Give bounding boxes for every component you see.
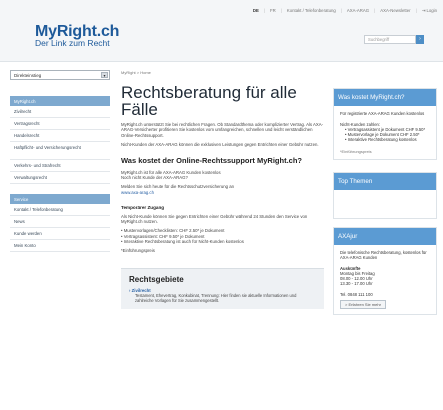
footnote: *Einführungspreis — [121, 248, 155, 254]
top-themes-body — [334, 190, 436, 218]
sidebar-item-vertragsrecht[interactable]: Vertragsrecht — [10, 118, 110, 130]
search-input[interactable]: Suchbegriff — [364, 35, 416, 44]
divider: | — [374, 8, 376, 13]
sidebar-item-kunde-werden[interactable]: Kunde werden — [10, 228, 110, 240]
signup-text: Melden Sie sich heute für die Rechtsschu… — [121, 184, 324, 195]
zivilrecht-description: Testament, Ehevertrag, Konkubinat, Trenn… — [135, 292, 297, 303]
search-icon: › — [419, 36, 421, 42]
contact-link[interactable]: Kontakt / Telefonberatung — [287, 8, 336, 14]
sidebar-item-kontakt[interactable]: Kontakt / Telefonberatung — [10, 204, 110, 216]
lang-de-link[interactable]: DE — [253, 8, 259, 14]
top-themes-heading[interactable]: Top Themen — [334, 173, 436, 190]
logo-main-text: MyRight.ch — [35, 23, 120, 40]
newsletter-link[interactable]: AXA-Newsletter — [380, 8, 410, 14]
axajur-body: Die telefonische Rechtsberatung, kostenl… — [334, 245, 436, 314]
pricing-box: Was kostet MyRight.ch? Für registrierte … — [333, 88, 437, 160]
lang-fr-link[interactable]: FR — [270, 8, 276, 14]
list-item: • Interaktive Rechtsberatung ist auch fü… — [121, 239, 244, 245]
temp-access-heading: Temporärer Zugang — [121, 204, 165, 210]
sidebar-item-handelsrecht[interactable]: Handelsrecht — [10, 130, 110, 142]
login-link[interactable]: ⇥ Login — [422, 8, 437, 14]
top-themes-box: Top Themen — [333, 172, 437, 219]
axajur-description: Die telefonische Rechtsberatung, kostenl… — [340, 250, 427, 260]
left-sidebar: Direkteinstieg ▾ MyRight.ch Zivilrecht V… — [10, 70, 110, 252]
learn-more-button[interactable]: > Erfahren Sie mehr — [340, 300, 386, 309]
pricing-box-body: Für registrierte AXA-ARAG Kunden kostenl… — [334, 106, 436, 159]
direct-entry-select[interactable]: Direkteinstieg ▾ — [10, 70, 110, 80]
list-item: • Interaktive Rechtsberatung kostenlos — [345, 137, 417, 142]
intro-text-2: Nicht-Kunden der AXA-ARAG können die exk… — [121, 141, 319, 147]
chevron-down-icon: ▾ — [101, 72, 108, 78]
nav-group-myright: MyRight.ch Zivilrecht Vertragsrecht Hand… — [10, 96, 110, 184]
right-sidebar: Was kostet MyRight.ch? Für registrierte … — [333, 88, 437, 315]
logo-tagline: Der Link zum Recht — [35, 38, 110, 48]
sidebar-item-haftpflicht[interactable]: Haftpflicht- und Versicherungsrecht — [10, 142, 110, 160]
login-label: Login — [426, 8, 437, 13]
cost-text: MyRight.ch ist für alle AXA-ARAG Kunden … — [121, 170, 324, 181]
axajur-box: AXAjur Die telefonische Rechtsberatung, … — [333, 227, 437, 315]
divider: | — [263, 8, 265, 13]
logo[interactable]: MyRight.ch Der Link zum Recht — [35, 24, 119, 48]
nav-group-heading: MyRight.ch — [10, 96, 110, 106]
temp-access-text: Als Nicht-Kunde können Sie gegen Entrich… — [121, 213, 308, 225]
divider: | — [415, 8, 417, 13]
rechtsgebiete-box: Rechtsgebiete › Zivilrecht Testament, Eh… — [121, 267, 324, 309]
axa-arag-link[interactable]: AXA-ARAG — [347, 8, 369, 14]
nav-group-heading: Service — [10, 194, 110, 204]
cost-line-2: Noch nicht Kunde der AXA-ARAG? — [121, 174, 188, 180]
sidebar-item-verwaltungsrecht[interactable]: Verwaltungsrecht — [10, 172, 110, 184]
main-content: MyRight > Home Rechtsberatung für alle F… — [121, 70, 324, 309]
price-list: • Mustervorlagen/Checklisten: CHF 2.50* … — [121, 228, 324, 244]
pricing-footnote: *Einführungspreis — [340, 149, 372, 154]
breadcrumb: MyRight > Home — [121, 70, 151, 75]
sidebar-item-news[interactable]: News — [10, 216, 110, 228]
search-button[interactable]: › — [416, 35, 424, 44]
top-navigation: DE | FR | Kontakt / Telefonberatung | AX… — [253, 8, 437, 14]
cost-heading: Was kostet der Online-Rechtssupport MyRi… — [121, 156, 302, 166]
pricing-line-1: Für registrierte AXA-ARAG Kunden kostenl… — [340, 111, 425, 116]
select-value: Direkteinstieg — [14, 73, 42, 78]
page-title: Rechtsberatung für alle Fälle — [121, 83, 297, 119]
sidebar-item-verkehrsrecht[interactable]: Verkehrs- und Strafrecht — [10, 160, 110, 172]
phone-number: Tel. 0848 111 100 — [340, 292, 373, 297]
pricing-list: • Vertragsassistent je Dokument CHF 9.50… — [345, 127, 430, 142]
axajur-heading: AXAjur — [334, 228, 436, 245]
box-title: Rechtsgebiete — [129, 274, 184, 284]
intro-text: MyRight.ch unterstützt Sie bei rechtlich… — [121, 122, 324, 138]
page: MyRight.ch Der Link zum Recht DE | FR | … — [0, 0, 443, 410]
pricing-box-heading: Was kostet MyRight.ch? — [334, 89, 436, 106]
divider: | — [340, 8, 342, 13]
header: MyRight.ch Der Link zum Recht DE | FR | … — [0, 0, 443, 62]
nav-group-service: Service Kontakt / Telefonberatung News K… — [10, 194, 110, 252]
sidebar-item-mein-konto[interactable]: Mein Konto — [10, 240, 110, 252]
sidebar-item-zivilrecht[interactable]: Zivilrecht — [10, 106, 110, 118]
divider: | — [280, 8, 282, 13]
hours-line: 13.30 - 17.00 Uhr — [340, 281, 373, 286]
axa-arag-website-link[interactable]: www.axa-arag.ch — [121, 190, 324, 195]
